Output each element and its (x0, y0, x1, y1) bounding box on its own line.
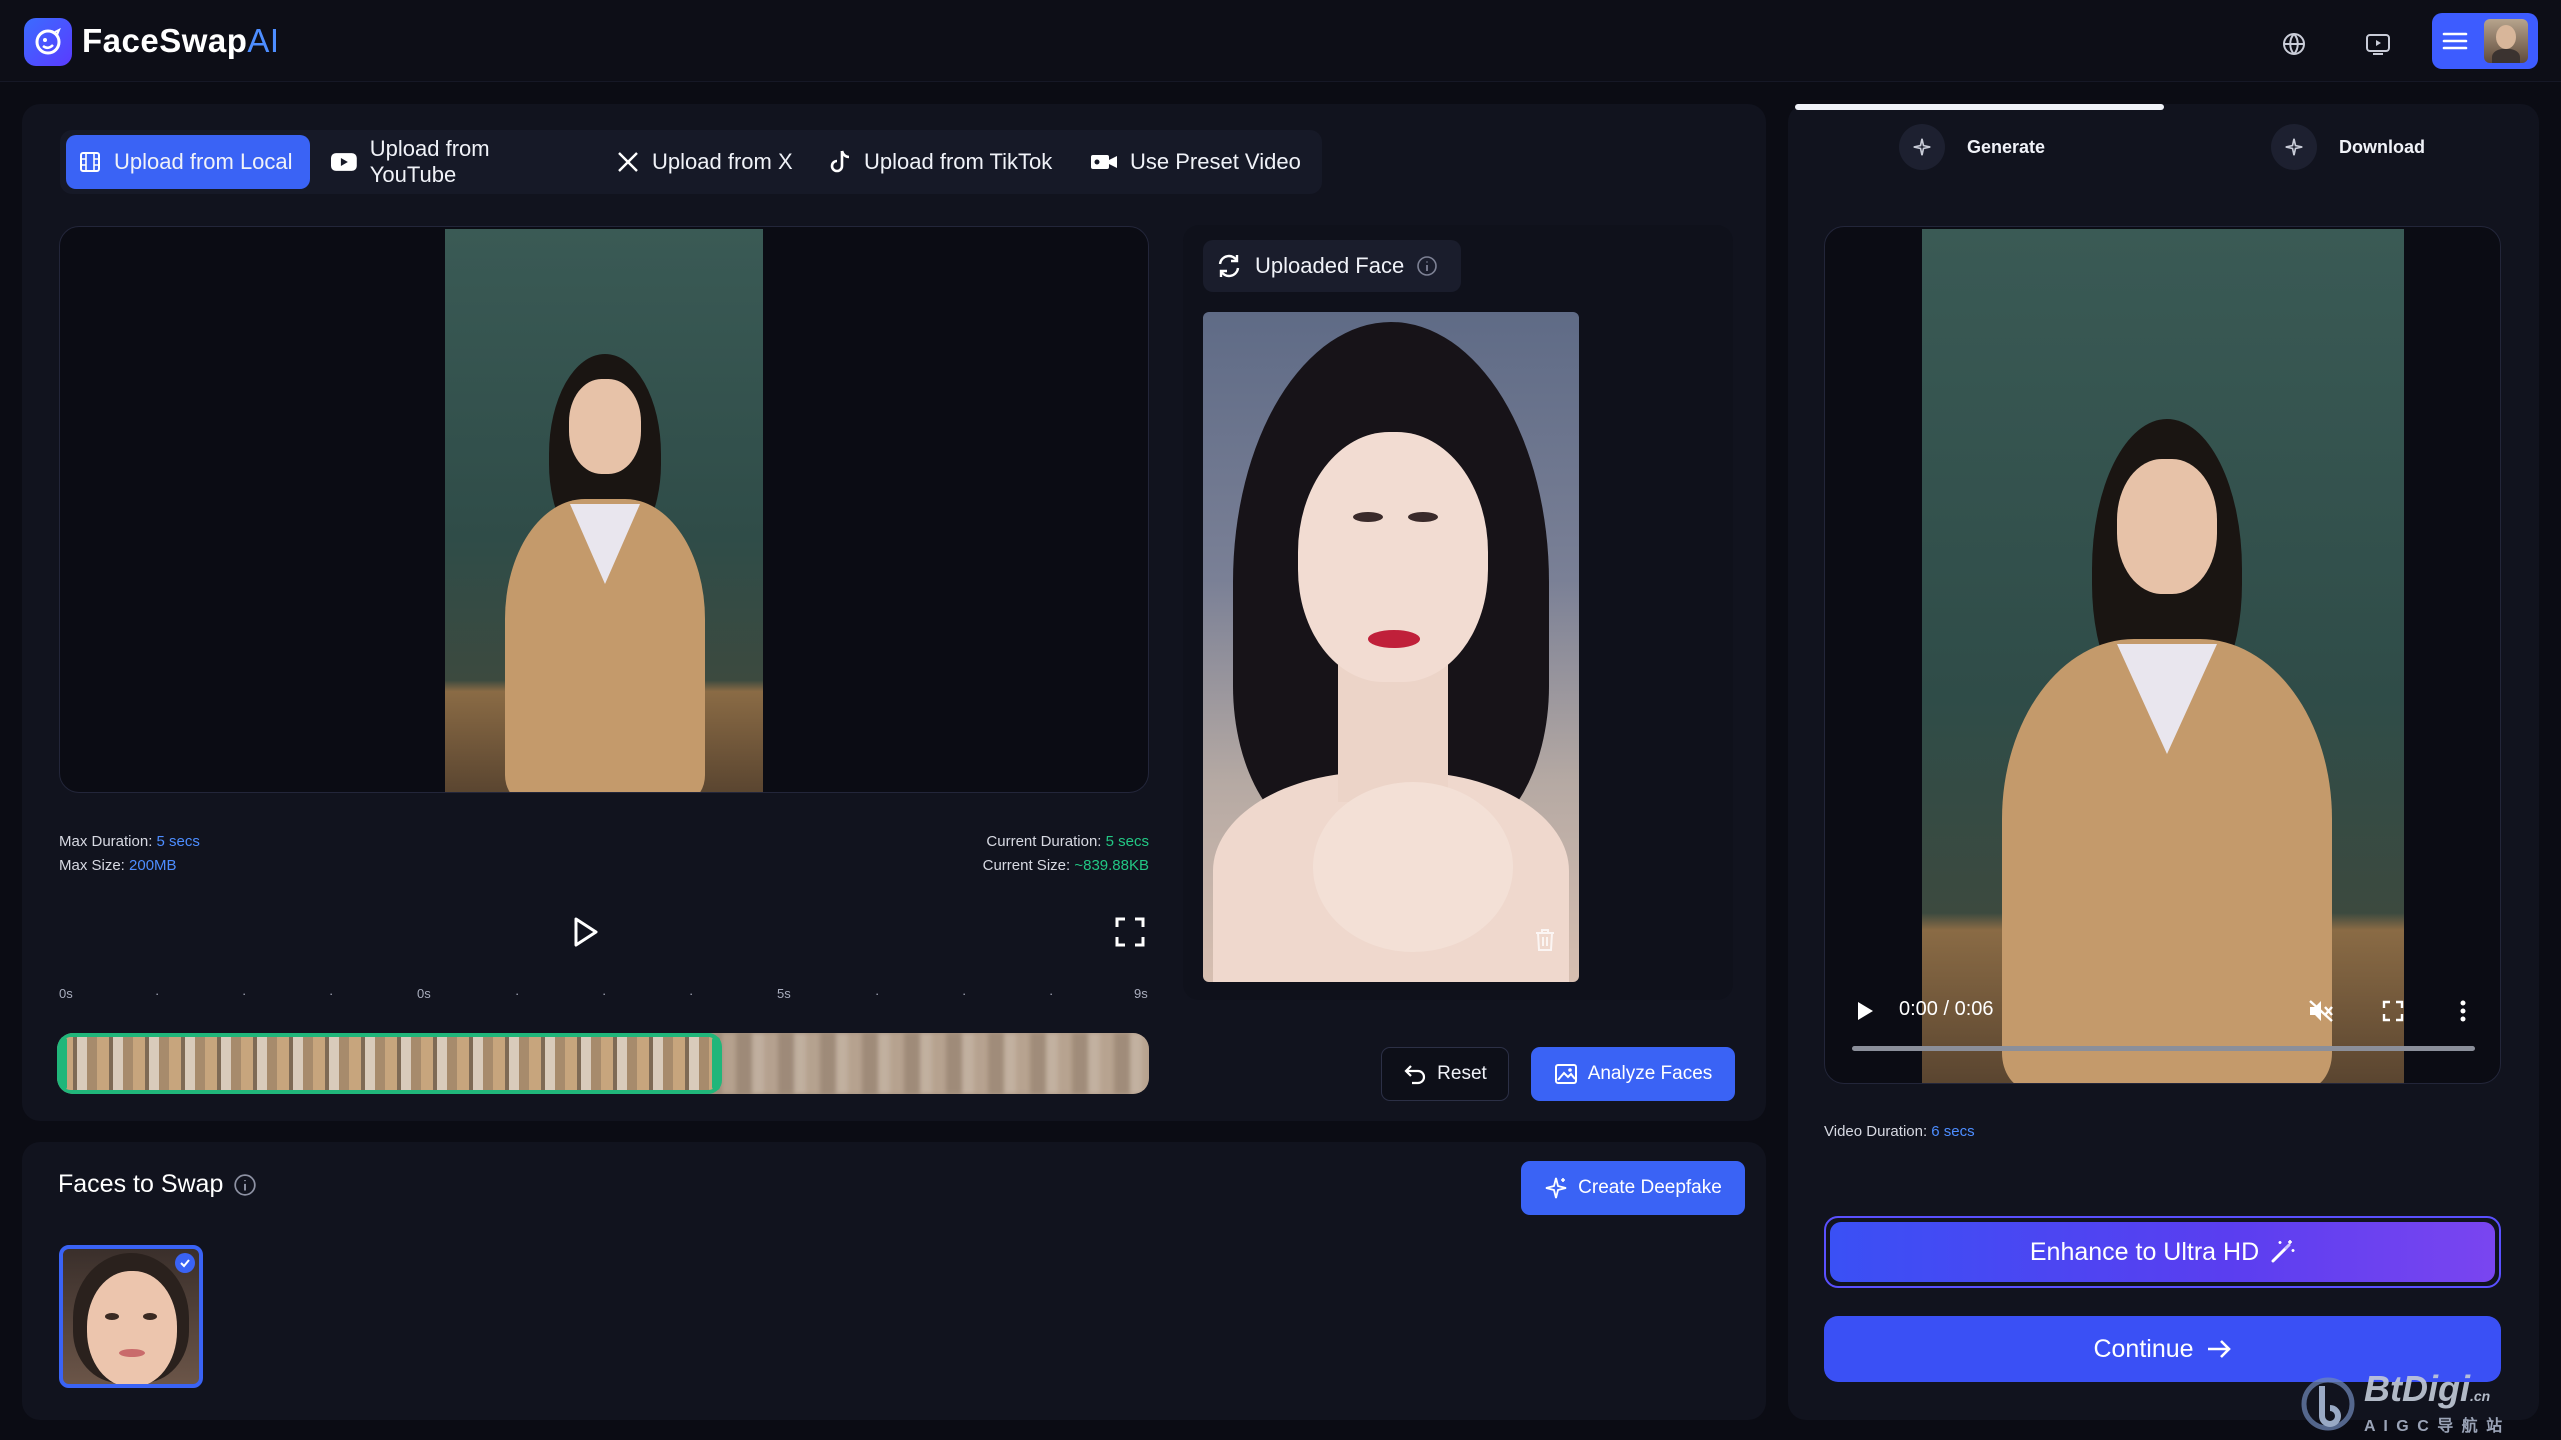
timeline-ticks: 0s · · · 0s · · · 5s · · · 9s (59, 986, 1148, 1001)
trash-icon (1536, 929, 1554, 951)
refresh-icon (1218, 254, 1240, 278)
uploaded-face-label[interactable]: Uploaded Face (1203, 240, 1461, 292)
mute-button[interactable] (2304, 994, 2338, 1028)
video-camera-icon (1091, 155, 1117, 169)
tab-upload-x[interactable]: Upload from X (604, 135, 814, 189)
enhance-label: Enhance to Ultra HD (2029, 1237, 2260, 1266)
player-more-button[interactable] (2448, 994, 2478, 1028)
enhance-ultra-hd-button[interactable]: Enhance to Ultra HD (1824, 1216, 2501, 1288)
player-fullscreen-button[interactable] (2376, 994, 2410, 1028)
detected-face-thumbnail[interactable] (59, 1245, 203, 1388)
player-time: 0:00 / 0:06 (1899, 998, 1994, 1020)
sparkle-icon (1545, 1177, 1567, 1199)
undo-icon (1404, 1065, 1426, 1085)
tab-upload-youtube[interactable]: Upload from YouTube (318, 135, 592, 189)
analyze-faces-button[interactable]: Analyze Faces (1531, 1047, 1735, 1101)
arrow-right-icon (2207, 1340, 2231, 1358)
info-icon[interactable] (1416, 255, 1438, 277)
sparkle-icon (1913, 138, 1931, 156)
avatar (2484, 19, 2528, 63)
step-label: Download (2339, 136, 2425, 157)
user-menu-button[interactable] (2432, 13, 2538, 69)
site-watermark: BtDigi.cn A I G C 导 航 站 (2298, 1368, 2548, 1438)
menu-icon (2442, 32, 2468, 50)
reset-button[interactable]: Reset (1381, 1047, 1509, 1101)
result-video-frame (1922, 229, 2404, 1083)
tab-label: Upload from Local (114, 149, 293, 174)
film-icon (80, 152, 100, 172)
sparkle-icon (2285, 138, 2303, 156)
create-deepfake-button[interactable]: Create Deepfake (1521, 1161, 1745, 1215)
faces-to-swap-title: Faces to Swap (58, 1170, 224, 1198)
video-duration-info: Video Duration: 6 secs (1824, 1123, 1975, 1140)
timeline-unselected-frames (722, 1033, 1149, 1094)
faces-to-swap-panel (22, 1142, 1766, 1420)
volume-muted-icon (2309, 1000, 2333, 1022)
youtube-icon (330, 153, 357, 171)
trim-start-handle[interactable] (59, 1037, 67, 1090)
uploaded-face-image (1203, 312, 1579, 982)
fullscreen-icon (1115, 917, 1145, 947)
play-icon (574, 917, 598, 947)
analyze-faces-label: Analyze Faces (1587, 1063, 1713, 1084)
watermark-brand: BtDigi.cn (2364, 1368, 2491, 1409)
step-generate[interactable]: Generate (1899, 124, 2045, 170)
step-label: Generate (1967, 136, 2046, 157)
uploaded-face-title: Uploaded Face (1255, 253, 1405, 278)
more-vertical-icon (2460, 1000, 2466, 1022)
video-preview[interactable] (59, 226, 1149, 793)
player-progress-bar[interactable] (1852, 1046, 2475, 1051)
magic-wand-icon (2271, 1240, 2295, 1263)
fullscreen-button[interactable] (1110, 912, 1150, 952)
x-logo-icon (618, 152, 638, 172)
fullscreen-icon (2382, 1000, 2404, 1022)
reset-label: Reset (1437, 1063, 1487, 1084)
trim-end-handle[interactable] (712, 1037, 720, 1090)
continue-label: Continue (2093, 1334, 2194, 1363)
app-name[interactable]: FaceSwapAI (82, 22, 280, 60)
translate-icon[interactable] (2274, 24, 2314, 64)
video-limits: Max Duration: 5 secs Max Size: 200MB (59, 833, 200, 874)
player-play-button[interactable] (1850, 996, 1880, 1026)
video-trim-timeline[interactable] (57, 1033, 1149, 1094)
tab-label: Upload from YouTube (369, 136, 490, 187)
image-icon (1554, 1064, 1577, 1084)
step-progress-bar (1795, 104, 2164, 110)
video-frame (445, 229, 763, 792)
info-icon[interactable] (233, 1173, 257, 1197)
tab-upload-local[interactable]: Upload from Local (66, 135, 310, 189)
tab-upload-tiktok[interactable]: Upload from TikTok (816, 135, 1070, 189)
tab-preset-video[interactable]: Use Preset Video (1078, 135, 1318, 189)
tiktok-icon (830, 150, 850, 173)
step-download[interactable]: Download (2271, 124, 2425, 170)
selected-check-icon (175, 1253, 195, 1273)
delete-face-button[interactable] (1527, 922, 1563, 958)
play-button[interactable] (560, 912, 610, 952)
watermark-logo-icon (2301, 1377, 2355, 1431)
result-video-player[interactable] (1824, 226, 2501, 1084)
timeline-selection[interactable] (57, 1033, 722, 1094)
tab-label: Upload from TikTok (864, 149, 1053, 174)
tab-label: Upload from X (652, 149, 793, 174)
faces-to-swap-heading: Faces to Swap (58, 1170, 257, 1199)
app-logo-icon[interactable] (24, 18, 72, 66)
create-deepfake-label: Create Deepfake (1578, 1177, 1722, 1198)
top-bar (0, 0, 2561, 82)
play-icon (1858, 1002, 1873, 1020)
watermark-subtitle: A I G C 导 航 站 (2364, 1418, 2505, 1435)
video-tutorial-icon[interactable] (2358, 24, 2398, 64)
tab-label: Use Preset Video (1130, 149, 1301, 174)
video-current-info: Current Duration: 5 secs Current Size: ~… (982, 833, 1149, 874)
